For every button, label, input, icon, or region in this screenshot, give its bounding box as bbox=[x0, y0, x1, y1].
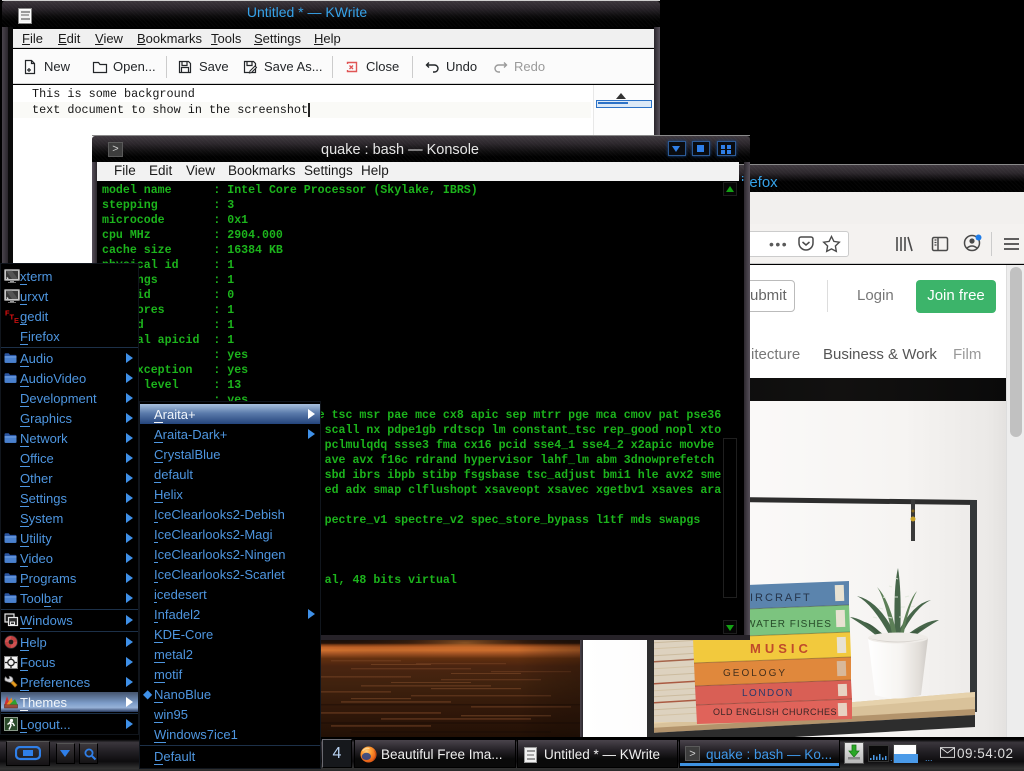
svg-text:GEOLOGY: GEOLOGY bbox=[723, 668, 787, 679]
svg-text:WATER FISHES: WATER FISHES bbox=[746, 619, 832, 630]
svg-text:IRCRAFT: IRCRAFT bbox=[750, 592, 812, 604]
svg-text:OLD ENGLISH CHURCHES: OLD ENGLISH CHURCHES bbox=[713, 707, 837, 717]
svg-text:LONDON: LONDON bbox=[742, 688, 794, 699]
svg-text:E: E bbox=[14, 316, 19, 324]
svg-text:MUSIC: MUSIC bbox=[750, 641, 812, 656]
